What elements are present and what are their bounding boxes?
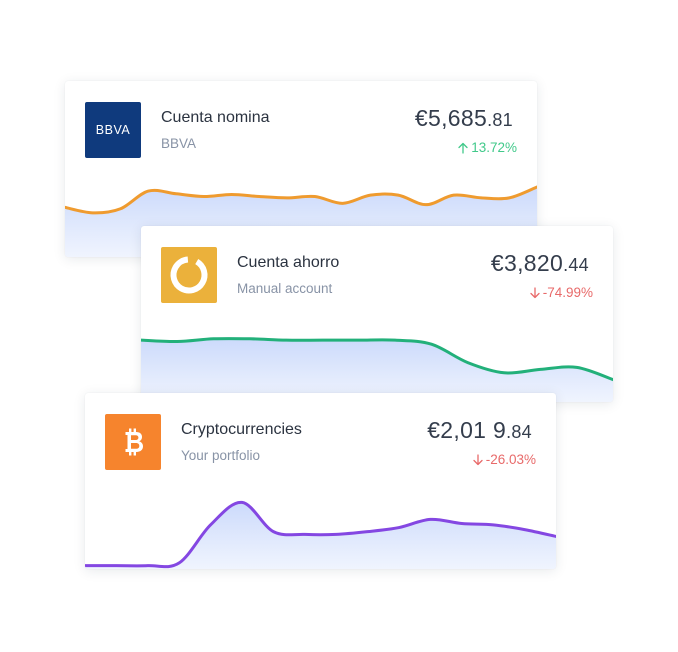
change-percent: 13.72% bbox=[471, 140, 517, 155]
bitcoin-icon bbox=[105, 414, 161, 470]
account-balance: €3,820.44 bbox=[491, 250, 589, 277]
account-name: Cuenta ahorro bbox=[237, 254, 340, 271]
balance-main: €3,820 bbox=[490, 250, 564, 276]
account-balance: €2,01 9.84 bbox=[427, 417, 532, 444]
account-name: Cuenta nomina bbox=[161, 109, 270, 126]
bbva-logo-text: BBVA bbox=[96, 123, 131, 137]
account-name: Cryptocurrencies bbox=[181, 421, 302, 438]
balance-cents: .84 bbox=[506, 422, 532, 442]
balance-trend-chart bbox=[85, 489, 556, 569]
balance-main: €2,01 9 bbox=[427, 417, 507, 443]
account-subtitle: Manual account bbox=[237, 281, 333, 296]
account-card-cuenta-ahorro[interactable]: Cuenta ahorro Manual account €3,820.44 -… bbox=[141, 226, 613, 402]
ring-icon bbox=[161, 247, 217, 303]
balance-change: -74.99% bbox=[529, 285, 593, 300]
balance-cents: .44 bbox=[563, 255, 589, 275]
account-card-cryptocurrencies[interactable]: Cryptocurrencies Your portfolio €2,01 9.… bbox=[85, 393, 556, 569]
balance-change: -26.03% bbox=[472, 452, 536, 467]
change-percent: -74.99% bbox=[542, 285, 593, 300]
change-percent: -26.03% bbox=[485, 452, 536, 467]
account-subtitle: BBVA bbox=[161, 136, 197, 151]
arrow-down-icon bbox=[473, 453, 483, 465]
arrow-up-icon bbox=[458, 142, 468, 154]
account-balance: €5,685.81 bbox=[415, 105, 513, 132]
balance-trend-chart bbox=[141, 322, 613, 402]
bbva-logo: BBVA bbox=[85, 102, 141, 158]
arrow-down-icon bbox=[530, 286, 540, 298]
balance-main: €5,685 bbox=[414, 105, 488, 131]
balance-cents: .81 bbox=[487, 110, 513, 130]
account-subtitle: Your portfolio bbox=[181, 448, 261, 463]
balance-change: 13.72% bbox=[457, 140, 517, 155]
